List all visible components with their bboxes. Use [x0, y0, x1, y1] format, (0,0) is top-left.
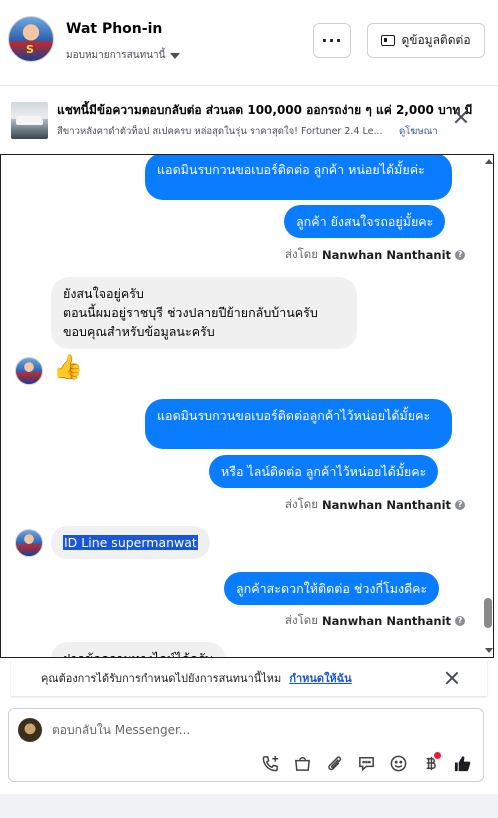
sent-by-label: ส่งโดย Nanwhan Nanthanit ?	[285, 246, 466, 264]
reply-composer	[8, 708, 484, 782]
assign-dropdown[interactable]: มอบหมายการสนทนานี้	[66, 48, 181, 63]
scroll-up-arrow-icon[interactable]	[485, 159, 493, 164]
sent-by-label: ส่งโดย Nanwhan Nanthanit ?	[285, 612, 466, 630]
conversation-header: Wat Phon-in มอบหมายการสนทนานี้ ··· ดูข้อ…	[0, 0, 498, 86]
message-bubble[interactable]: แอดมินรบกวนขอเบอร์ติดต่อลูกค้าไว้หน่อยได…	[145, 399, 452, 449]
message-line: ตอนนี้ผมอยู่ราชบุรี ช่วงปลายปีย้ายกลับบ้…	[63, 305, 318, 320]
shopping-bag-icon[interactable]	[291, 752, 314, 775]
thumbs-up-send-icon[interactable]	[451, 752, 474, 775]
selected-message-text: ID Line supermanwat	[63, 535, 198, 550]
composer-toolbar	[259, 750, 474, 776]
ad-title: แชทนี้มีข้อความตอบกลับต่อ ส่วนลด 100,000…	[57, 103, 472, 117]
caret-down-icon	[170, 52, 181, 59]
sent-by-name: Nanwhan Nanthanit	[322, 498, 452, 512]
assign-prompt-text: คุณต้องการได้รับการกำหนดไปยังการสนทนานี้…	[41, 672, 282, 685]
ad-description: สีขาวหลังคาดำตัวท็อป สเปคครบ หล่อสุดในรุ…	[57, 126, 383, 137]
message-bubble[interactable]: ลูกค้าสะดวกให้ติดต่อ ช่วงกี่โมงดีคะ	[224, 572, 440, 605]
message-bubble[interactable]: ฝากข้อความทางไลน์ได้ครับ	[51, 642, 225, 657]
paperclip-icon[interactable]	[323, 752, 346, 775]
help-icon[interactable]: ?	[455, 250, 466, 260]
notification-dot	[434, 751, 441, 759]
sent-by-name: Nanwhan Nanthanit	[322, 614, 452, 628]
sent-by-prefix: ส่งโดย	[285, 497, 319, 511]
saved-replies-icon[interactable]	[355, 752, 378, 775]
contact-card-icon	[381, 35, 396, 46]
help-icon[interactable]: ?	[455, 616, 466, 626]
view-ad-link[interactable]: ดูโฆษณา	[399, 124, 438, 139]
scroll-down-arrow-icon[interactable]	[485, 648, 493, 653]
close-icon[interactable]	[454, 110, 468, 124]
scrollbar-thumb[interactable]	[484, 598, 492, 628]
assign-label: มอบหมายการสนทนานี้	[66, 50, 166, 61]
payment-icon[interactable]	[419, 751, 442, 775]
sent-by-label: ส่งโดย Nanwhan Nanthanit ?	[285, 496, 466, 514]
message-line: ขอบคุณสำหรับข้อมูลนะครับ	[63, 324, 215, 339]
call-add-icon[interactable]	[259, 752, 282, 775]
view-contact-label: ดูข้อมูลติดต่อ	[401, 33, 471, 47]
ad-car-thumbnail[interactable]	[11, 102, 48, 139]
more-options-button[interactable]: ···	[313, 23, 351, 58]
page-avatar	[18, 718, 42, 742]
message-bubble[interactable]: แอดมินรบกวนขอเบอร์ติดต่อ ลูกค้า หน่อยได้…	[145, 155, 452, 200]
ad-banner: แชทนี้มีข้อความตอบกลับต่อ ส่วนลด 100,000…	[0, 87, 498, 153]
thumbs-up-icon[interactable]: 👍	[53, 353, 83, 381]
messenger-conversation: Wat Phon-in มอบหมายการสนทนานี้ ··· ดูข้อ…	[0, 0, 498, 818]
contact-avatar[interactable]	[8, 16, 54, 62]
sent-by-prefix: ส่งโดย	[285, 247, 319, 261]
emoji-icon[interactable]	[387, 752, 410, 775]
message-scrollbar[interactable]	[482, 155, 493, 657]
message-bubble[interactable]: ยังสนใจอยู่ครับ ตอนนี้ผมอยู่ราชบุรี ช่วง…	[51, 277, 357, 349]
sent-by-prefix: ส่งโดย	[285, 613, 319, 627]
help-icon[interactable]: ?	[455, 500, 466, 510]
message-bubble[interactable]: หรือ ไลน์ติดต่อ ลูกค้าไว้หน่อยได้มั้ยคะ	[209, 455, 439, 488]
page-footer	[0, 794, 498, 818]
contact-avatar[interactable]	[15, 529, 43, 557]
message-list[interactable]: แอดมินรบกวนขอเบอร์ติดต่อ ลูกค้า หน่อยได้…	[0, 154, 494, 658]
assign-prompt: คุณต้องการได้รับการกำหนดไปยังการสนทนานี้…	[11, 660, 487, 696]
assign-to-me-link[interactable]: กำหนดให้ฉัน	[289, 669, 351, 687]
contact-name[interactable]: Wat Phon-in	[66, 21, 162, 37]
close-icon[interactable]	[445, 671, 459, 685]
view-contact-button[interactable]: ดูข้อมูลติดต่อ	[367, 23, 485, 58]
message-line: ยังสนใจอยู่ครับ	[63, 286, 144, 301]
reply-input[interactable]	[52, 719, 412, 741]
sent-by-name: Nanwhan Nanthanit	[322, 248, 452, 262]
message-bubble[interactable]: ID Line supermanwat	[51, 526, 210, 559]
message-bubble[interactable]: ลูกค้า ยังสนใจรถอยู่มั้ยคะ	[284, 205, 446, 238]
contact-avatar[interactable]	[15, 357, 43, 385]
